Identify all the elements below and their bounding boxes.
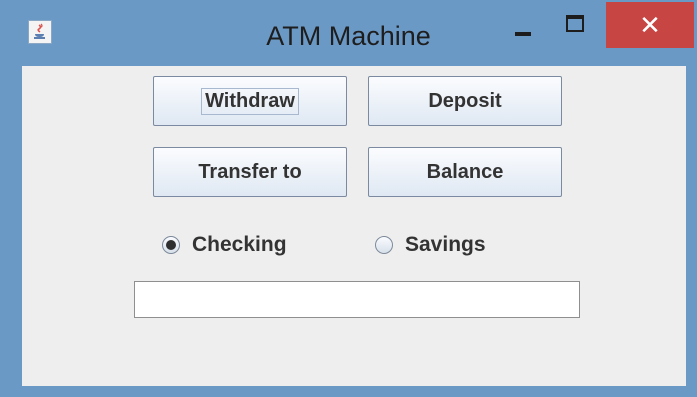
checking-radio-indicator[interactable] — [162, 236, 180, 254]
minimize-icon[interactable] — [505, 12, 539, 46]
maximize-icon[interactable] — [557, 10, 591, 44]
savings-radio[interactable]: Savings — [375, 230, 486, 260]
checking-radio[interactable]: Checking — [162, 230, 287, 260]
title-bar[interactable]: ATM Machine ✕ — [0, 0, 697, 66]
atm-window: ATM Machine ✕ Withdraw Deposit Transfer … — [0, 0, 697, 397]
content-pane: Withdraw Deposit Transfer to Balance Che… — [22, 66, 686, 386]
amount-input[interactable] — [134, 281, 580, 318]
checking-radio-label: Checking — [192, 233, 287, 256]
withdraw-button-label: Withdraw — [201, 87, 299, 115]
close-icon[interactable]: ✕ — [606, 2, 694, 48]
balance-button[interactable]: Balance — [368, 147, 562, 197]
transfer-button[interactable]: Transfer to — [153, 147, 347, 197]
savings-radio-indicator[interactable] — [375, 236, 393, 254]
withdraw-button[interactable]: Withdraw — [153, 76, 347, 126]
deposit-button[interactable]: Deposit — [368, 76, 562, 126]
window-title: ATM Machine — [266, 21, 431, 51]
savings-radio-label: Savings — [405, 233, 486, 256]
